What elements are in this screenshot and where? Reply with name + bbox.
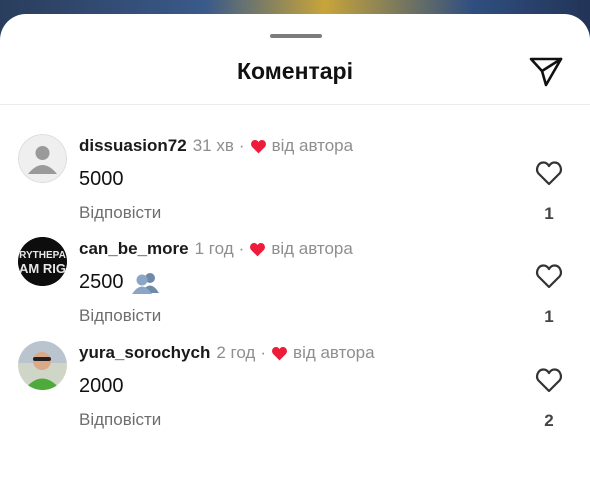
heart-outline-icon[interactable]	[535, 160, 563, 186]
sheet-title: Коментарі	[237, 58, 353, 84]
reply-button[interactable]: Відповісти	[79, 306, 161, 326]
avatar-text-line2: AM RIG	[19, 261, 66, 276]
share-button[interactable]	[526, 54, 566, 90]
heart-filled-icon	[272, 346, 287, 360]
author-badge: від автора	[271, 136, 354, 155]
like-count: 1	[544, 307, 554, 326]
heart-outline-icon[interactable]	[535, 263, 563, 289]
comment-text: 5000	[79, 168, 124, 191]
timestamp: 2 год	[216, 343, 256, 362]
default-avatar-icon	[18, 134, 67, 183]
reply-button[interactable]: Відповісти	[79, 410, 161, 430]
timestamp: 1 год	[194, 239, 234, 258]
like-count: 2	[544, 411, 554, 430]
heart-outline-icon[interactable]	[535, 367, 563, 393]
author-badge: від автора	[293, 343, 375, 362]
username[interactable]: yura_sorochych	[79, 343, 210, 363]
separator-dot: ·	[260, 343, 267, 362]
profile-photo-image	[18, 341, 67, 390]
author-badge: від автора	[271, 239, 353, 258]
username[interactable]: dissuasion72	[79, 136, 187, 156]
timestamp: 31 хв	[192, 136, 234, 155]
avatar[interactable]	[18, 134, 67, 183]
reply-button[interactable]: Відповісти	[79, 203, 161, 223]
sheet-grabber[interactable]	[270, 34, 322, 38]
avatar[interactable]: RYTHEPA AM RIG	[18, 237, 67, 286]
heart-filled-icon	[250, 139, 266, 153]
logo-avatar-image: RYTHEPA AM RIG	[18, 237, 67, 286]
comment-item: dissuasion72 31 хв · від автора 5000 Від…	[0, 134, 590, 234]
like-count: 1	[544, 204, 554, 223]
paper-plane-icon	[529, 57, 563, 87]
comment-body: 2000	[79, 375, 124, 397]
comment-text: 2000	[79, 375, 124, 398]
separator-dot: ·	[238, 239, 245, 258]
comment-body: 5000	[79, 168, 124, 190]
separator-dot: ·	[238, 136, 245, 155]
comment-item: RYTHEPA AM RIG can_be_more 1 год · від а…	[0, 237, 590, 337]
username[interactable]: can_be_more	[79, 239, 189, 259]
comment-meta: can_be_more 1 год · від автора	[79, 239, 353, 259]
heart-filled-icon	[250, 242, 266, 256]
header-divider	[0, 104, 590, 105]
comment-meta: dissuasion72 31 хв · від автора	[79, 136, 353, 156]
avatar-text-line1: RYTHEPA	[19, 250, 66, 261]
comment-meta: yura_sorochych 2 год · від автора	[79, 343, 375, 363]
comment-body: 2500	[79, 271, 124, 293]
busts-in-silhouette-icon	[131, 272, 159, 294]
comment-item: yura_sorochych 2 год · від автора 2000 В…	[0, 341, 590, 441]
avatar[interactable]	[18, 341, 67, 390]
comment-text: 2500	[79, 271, 160, 294]
